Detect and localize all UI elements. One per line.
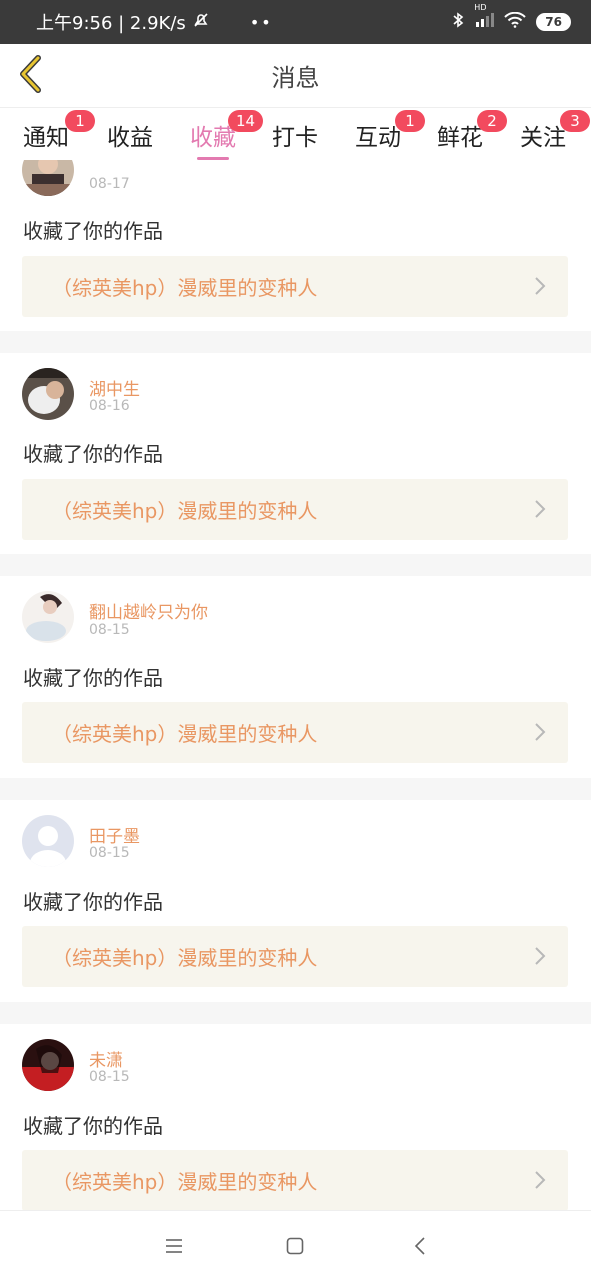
- badge: 1: [395, 110, 425, 132]
- system-nav-bar: [0, 1210, 591, 1280]
- avatar[interactable]: [22, 1039, 74, 1091]
- list-item: 田子墨 08-15 收藏了你的作品 （综英美hp）漫威里的变种人: [0, 800, 591, 1002]
- active-tab-indicator: [197, 157, 229, 160]
- chevron-right-icon: [534, 276, 546, 300]
- status-dots: ••: [249, 12, 273, 32]
- work-link[interactable]: （综英美hp）漫威里的变种人: [22, 926, 568, 987]
- back-button[interactable]: [10, 54, 50, 98]
- wifi-icon: [504, 11, 527, 32]
- tab-flowers[interactable]: 鲜花 2: [437, 110, 507, 158]
- bluetooth-icon: [452, 11, 464, 33]
- badge: 3: [560, 110, 590, 132]
- timestamp: 08-15: [89, 845, 130, 861]
- tab-label: 收益: [107, 125, 153, 151]
- chevron-right-icon: [534, 1170, 546, 1194]
- signal-icon: HD: [474, 3, 495, 32]
- action-text: 收藏了你的作品: [23, 219, 163, 243]
- tab-checkin[interactable]: 打卡: [272, 118, 318, 158]
- list-item: 未潇 08-15 收藏了你的作品 （综英美hp）漫威里的变种人: [0, 1024, 591, 1210]
- username[interactable]: 翻山越岭只为你: [89, 598, 208, 623]
- avatar[interactable]: [22, 368, 74, 420]
- status-bar: 上午9:56 | 2.9K/s •• HD 76: [0, 0, 591, 44]
- timestamp: 08-17: [89, 176, 130, 192]
- work-link[interactable]: （综英美hp）漫威里的变种人: [22, 1150, 568, 1210]
- back-triangle-icon: [413, 1236, 427, 1260]
- tab-label: 关注: [520, 125, 566, 151]
- badge: 2: [477, 110, 507, 132]
- badge: 1: [65, 110, 95, 132]
- divider: [0, 1002, 591, 1024]
- tab-interaction[interactable]: 互动 1: [355, 110, 425, 158]
- tab-notifications[interactable]: 通知 1: [23, 110, 95, 158]
- menu-button[interactable]: [159, 1233, 189, 1263]
- work-link[interactable]: （综英美hp）漫威里的变种人: [22, 479, 568, 540]
- tab-earnings[interactable]: 收益: [107, 118, 153, 158]
- action-text: 收藏了你的作品: [23, 666, 163, 690]
- divider: [0, 331, 591, 353]
- work-title: （综英美hp）漫威里的变种人: [52, 499, 318, 523]
- action-text: 收藏了你的作品: [23, 1114, 163, 1138]
- work-title: （综英美hp）漫威里的变种人: [52, 276, 318, 300]
- battery-indicator: 76: [536, 13, 571, 31]
- mute-bell-icon: [192, 11, 210, 34]
- action-text: 收藏了你的作品: [23, 890, 163, 914]
- list-item: 翻山越岭只为你 08-15 收藏了你的作品 （综英美hp）漫威里的变种人: [0, 576, 591, 778]
- tab-label: 鲜花: [437, 125, 483, 151]
- tab-favorites[interactable]: 收藏 14: [190, 110, 264, 160]
- work-title: （综英美hp）漫威里的变种人: [52, 1170, 318, 1194]
- system-back-button[interactable]: [405, 1233, 435, 1263]
- tab-label: 互动: [355, 125, 401, 151]
- tab-bar: 通知 1 收益 收藏 14 打卡 互动 1 鲜花 2 关注 3: [0, 108, 591, 160]
- divider: [0, 778, 591, 800]
- timestamp: 08-16: [89, 398, 130, 414]
- square-icon: [286, 1237, 304, 1259]
- chevron-right-icon: [534, 722, 546, 746]
- chevron-right-icon: [534, 946, 546, 970]
- divider: [0, 554, 591, 576]
- username[interactable]: 田子墨: [89, 822, 140, 847]
- username[interactable]: 未潇: [89, 1046, 123, 1071]
- home-button[interactable]: [280, 1233, 310, 1263]
- chevron-left-icon: [16, 54, 44, 98]
- username[interactable]: 湖中生: [89, 375, 140, 400]
- badge: 14: [228, 110, 264, 132]
- avatar[interactable]: [22, 591, 74, 643]
- status-right: HD 76: [452, 3, 571, 33]
- tab-label: 通知: [23, 125, 69, 151]
- default-avatar[interactable]: [22, 815, 74, 867]
- timestamp: 08-15: [89, 622, 130, 638]
- tab-label: 打卡: [272, 125, 318, 151]
- menu-icon: [164, 1238, 184, 1258]
- hd-label: HD: [474, 3, 487, 12]
- list-item: 湖中生 08-16 收藏了你的作品 （综英美hp）漫威里的变种人: [0, 353, 591, 554]
- list-item: 08-17 收藏了你的作品 （综英美hp）漫威里的变种人: [0, 160, 591, 331]
- chevron-right-icon: [534, 499, 546, 523]
- work-title: （综英美hp）漫威里的变种人: [52, 722, 318, 746]
- tab-label: 收藏: [190, 125, 236, 151]
- timestamp: 08-15: [89, 1069, 130, 1085]
- work-link[interactable]: （综英美hp）漫威里的变种人: [22, 256, 568, 317]
- tab-follows[interactable]: 关注 3: [520, 110, 590, 158]
- status-time-speed: 上午9:56 | 2.9K/s: [36, 13, 186, 34]
- favorites-feed[interactable]: 08-17 收藏了你的作品 （综英美hp）漫威里的变种人 湖中生 08-16 收…: [0, 160, 591, 1210]
- work-link[interactable]: （综英美hp）漫威里的变种人: [22, 702, 568, 763]
- work-title: （综英美hp）漫威里的变种人: [52, 946, 318, 970]
- header: 消息: [0, 44, 591, 108]
- status-left: 上午9:56 | 2.9K/s: [36, 9, 210, 35]
- action-text: 收藏了你的作品: [23, 442, 163, 466]
- page-title: 消息: [271, 64, 320, 92]
- avatar[interactable]: [22, 160, 74, 196]
